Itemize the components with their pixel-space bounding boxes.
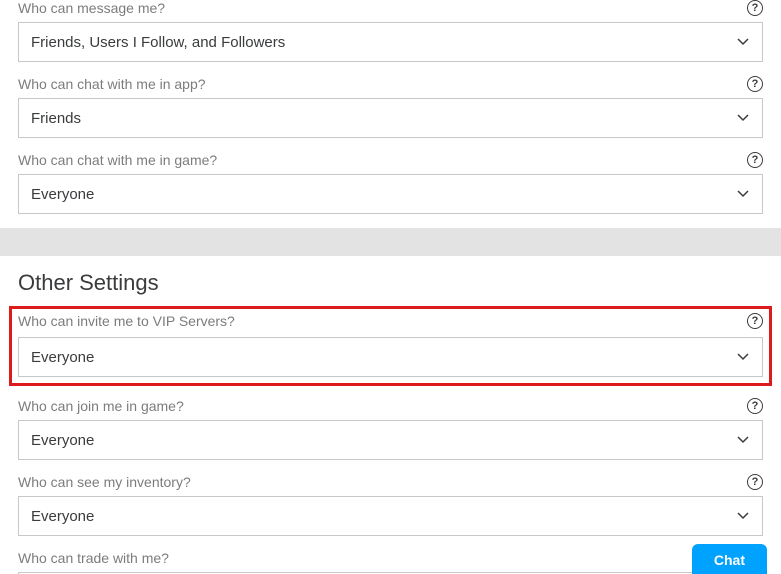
select-value: Everyone: [31, 186, 736, 203]
select-who-can-see-inventory[interactable]: Everyone: [18, 496, 763, 536]
select-value: Everyone: [31, 508, 736, 525]
help-icon[interactable]: ?: [747, 152, 763, 168]
help-icon[interactable]: ?: [747, 313, 763, 329]
select-who-can-join[interactable]: Everyone: [18, 420, 763, 460]
setting-vip-servers: Who can invite me to VIP Servers? ? Ever…: [18, 313, 763, 377]
setting-who-can-see-inventory: Who can see my inventory? ? Everyone: [18, 474, 763, 536]
chevron-down-icon: [736, 433, 750, 447]
select-who-can-chat-app[interactable]: Friends: [18, 98, 763, 138]
select-who-can-message[interactable]: Friends, Users I Follow, and Followers: [18, 22, 763, 62]
highlighted-setting: Who can invite me to VIP Servers? ? Ever…: [9, 306, 772, 386]
contact-settings-section: Who can message me? ? Friends, Users I F…: [0, 0, 781, 214]
chevron-down-icon: [736, 509, 750, 523]
other-settings-section: Other Settings Who can invite me to VIP …: [0, 270, 781, 574]
setting-who-can-trade: Who can trade with me? ? Everyone: [18, 550, 763, 574]
setting-who-can-chat-app: Who can chat with me in app? ? Friends: [18, 76, 763, 138]
help-icon[interactable]: ?: [747, 398, 763, 414]
setting-label: Who can chat with me in app?: [18, 76, 206, 92]
select-value: Friends: [31, 110, 736, 127]
chevron-down-icon: [736, 187, 750, 201]
help-icon[interactable]: ?: [747, 474, 763, 490]
select-value: Friends, Users I Follow, and Followers: [31, 34, 736, 51]
chevron-down-icon: [736, 35, 750, 49]
chat-button[interactable]: Chat: [692, 544, 767, 574]
select-value: Everyone: [31, 432, 736, 449]
select-who-can-chat-game[interactable]: Everyone: [18, 174, 763, 214]
setting-label: Who can trade with me?: [18, 550, 169, 566]
select-value: Everyone: [31, 349, 736, 366]
setting-who-can-join: Who can join me in game? ? Everyone: [18, 398, 763, 460]
setting-who-can-message: Who can message me? ? Friends, Users I F…: [18, 0, 763, 62]
section-divider: [0, 228, 781, 256]
setting-who-can-chat-game: Who can chat with me in game? ? Everyone: [18, 152, 763, 214]
section-heading: Other Settings: [18, 270, 763, 296]
select-vip-servers[interactable]: Everyone: [18, 337, 763, 377]
chevron-down-icon: [736, 111, 750, 125]
chevron-down-icon: [736, 350, 750, 364]
setting-label: Who can message me?: [18, 0, 165, 16]
help-icon[interactable]: ?: [747, 0, 763, 16]
setting-label: Who can see my inventory?: [18, 474, 191, 490]
help-icon[interactable]: ?: [747, 76, 763, 92]
setting-label: Who can invite me to VIP Servers?: [18, 313, 235, 329]
setting-label: Who can join me in game?: [18, 398, 184, 414]
setting-label: Who can chat with me in game?: [18, 152, 217, 168]
